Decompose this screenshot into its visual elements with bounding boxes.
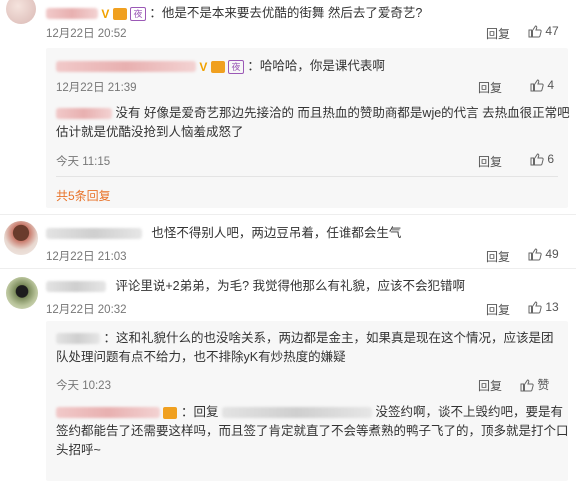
comment-text: 也怪不得别人吧，两边豆吊着，任谁都会生气 [151,226,402,240]
comment-text: 评论里说+2弟弟，为毛? 我觉得他那么有礼貌，应该不会犯错啊 [115,279,466,293]
like-count: 47 [545,24,559,38]
reply-text-line-1: 没有 好像是爱奇艺那边先接洽的 而且热血的赞助商都是wje的代言 去热血很正常吧 [115,106,570,120]
reply-text-line-3: 头招呼~ [56,443,101,457]
reply-button[interactable]: 回复 [478,153,502,170]
avatar[interactable] [6,0,36,24]
like-count: 4 [547,78,555,92]
reply-text-line-1: ：这和礼貌什么的也没啥关系，两边都是金主，如果真是现在这个情况，应该是团 [103,331,554,345]
thumbs-up-icon [528,25,542,38]
comment-header: V 夜 ：他是不是本来要去优酷的街舞 然后去了爱奇艺? [46,4,422,23]
reply-time: 今天 10:23 [56,380,111,392]
username[interactable] [56,108,112,120]
reply-text: ：哈哈哈，你是课代表啊 [247,59,385,73]
comment-time: 12月22日 20:52 [46,28,127,40]
reply-button[interactable]: 回复 [478,377,502,394]
username[interactable] [46,281,106,293]
username[interactable] [56,407,160,419]
reply-box: V 夜 ：哈哈哈，你是课代表啊 12月22日 21:39 回复 4 没有 好像是… [46,48,570,208]
level-badge-icon [210,60,225,73]
like-label: 赞 [537,378,550,392]
reply-text-line-2: 队处理问题有点不给力，也不排除yK有炒热度的嫌疑 [56,350,346,364]
comment-2: 也怪不得别人吧，两边豆吊着，任谁都会生气 12月22日 21:03 回复 49 [0,215,576,265]
reply-text-prefix: ：回复 [180,405,219,419]
comment-time: 12月22日 20:32 [46,304,127,316]
ye-badge-icon: 夜 [130,6,147,21]
reply-body: ：这和礼貌什么的也没啥关系，两边都是金主，如果真是现在这个情况，应该是团 队处理… [56,329,566,367]
reply-time: 12月22日 21:39 [56,82,137,94]
thumbs-up-icon [530,79,544,92]
reply-button[interactable]: 回复 [486,248,510,265]
thumbs-up-icon [528,248,542,261]
like-button[interactable]: 49 [528,247,559,261]
divider [56,176,558,177]
like-button[interactable]: 13 [528,300,559,314]
reply-button[interactable]: 回复 [478,79,502,96]
reply-button[interactable]: 回复 [486,25,510,42]
comment-header: 也怪不得别人吧，两边豆吊着，任谁都会生气 [46,224,401,243]
ye-badge-icon: 夜 [228,59,245,74]
thumbs-up-icon [528,301,542,314]
like-count: 13 [545,300,559,314]
reply-box: ：这和礼貌什么的也没啥关系，两边都是金主，如果真是现在这个情况，应该是团 队处理… [46,321,571,481]
thumbs-up-icon [530,153,544,166]
comment-text: ：他是不是本来要去优酷的街舞 然后去了爱奇艺? [149,6,423,20]
comment-1: V 夜 ：他是不是本来要去优酷的街舞 然后去了爱奇艺? 12月22日 20:52… [0,0,576,208]
username[interactable] [46,8,98,20]
verified-badge-icon: V [101,6,110,21]
comment-time: 12月22日 21:03 [46,251,127,263]
avatar[interactable] [4,221,38,255]
like-button[interactable]: 4 [530,78,554,92]
reply-body: 没有 好像是爱奇艺那边先接洽的 而且热血的赞助商都是wje的代言 去热血很正常吧… [56,104,570,142]
comment-header: 评论里说+2弟弟，为毛? 我觉得他那么有礼貌，应该不会犯错啊 [46,277,465,296]
reply-text-line-2: 签约都能告了还需要这样吗，而且签了肯定就直了不会等煮熟的鸭子飞了的，顶多就是打个… [56,424,569,438]
thumbs-up-icon [520,379,534,392]
like-button[interactable]: 6 [530,152,554,166]
reply-text-line-1: 没签约啊，谈不上毁约吧，要是有 [375,405,563,419]
username[interactable] [56,333,100,345]
reply-time: 今天 11:15 [56,156,111,168]
verified-badge-icon: V [199,59,208,74]
reply-text-line-2: 估计就是优酷没抢到人恼羞成怒了 [56,125,244,139]
reply-header: V 夜 ：哈哈哈，你是课代表啊 [56,57,385,76]
reply-button[interactable]: 回复 [486,301,510,318]
like-button[interactable]: 赞 [520,376,549,393]
username[interactable] [46,228,142,240]
avatar[interactable] [6,277,38,309]
reply-body: ：回复 没签约啊，谈不上毁约吧，要是有 签约都能告了还需要这样吗，而且签了肯定就… [56,403,571,460]
mentioned-username[interactable] [221,407,372,419]
like-count: 6 [547,152,555,166]
level-badge-icon [112,7,127,20]
like-count: 49 [545,247,559,261]
level-badge-icon [163,406,178,419]
comment-3: 评论里说+2弟弟，为毛? 我觉得他那么有礼貌，应该不会犯错啊 12月22日 20… [0,269,576,481]
username[interactable] [56,61,196,73]
like-button[interactable]: 47 [528,24,559,38]
more-replies-link[interactable]: 共5条回复 [56,187,111,204]
